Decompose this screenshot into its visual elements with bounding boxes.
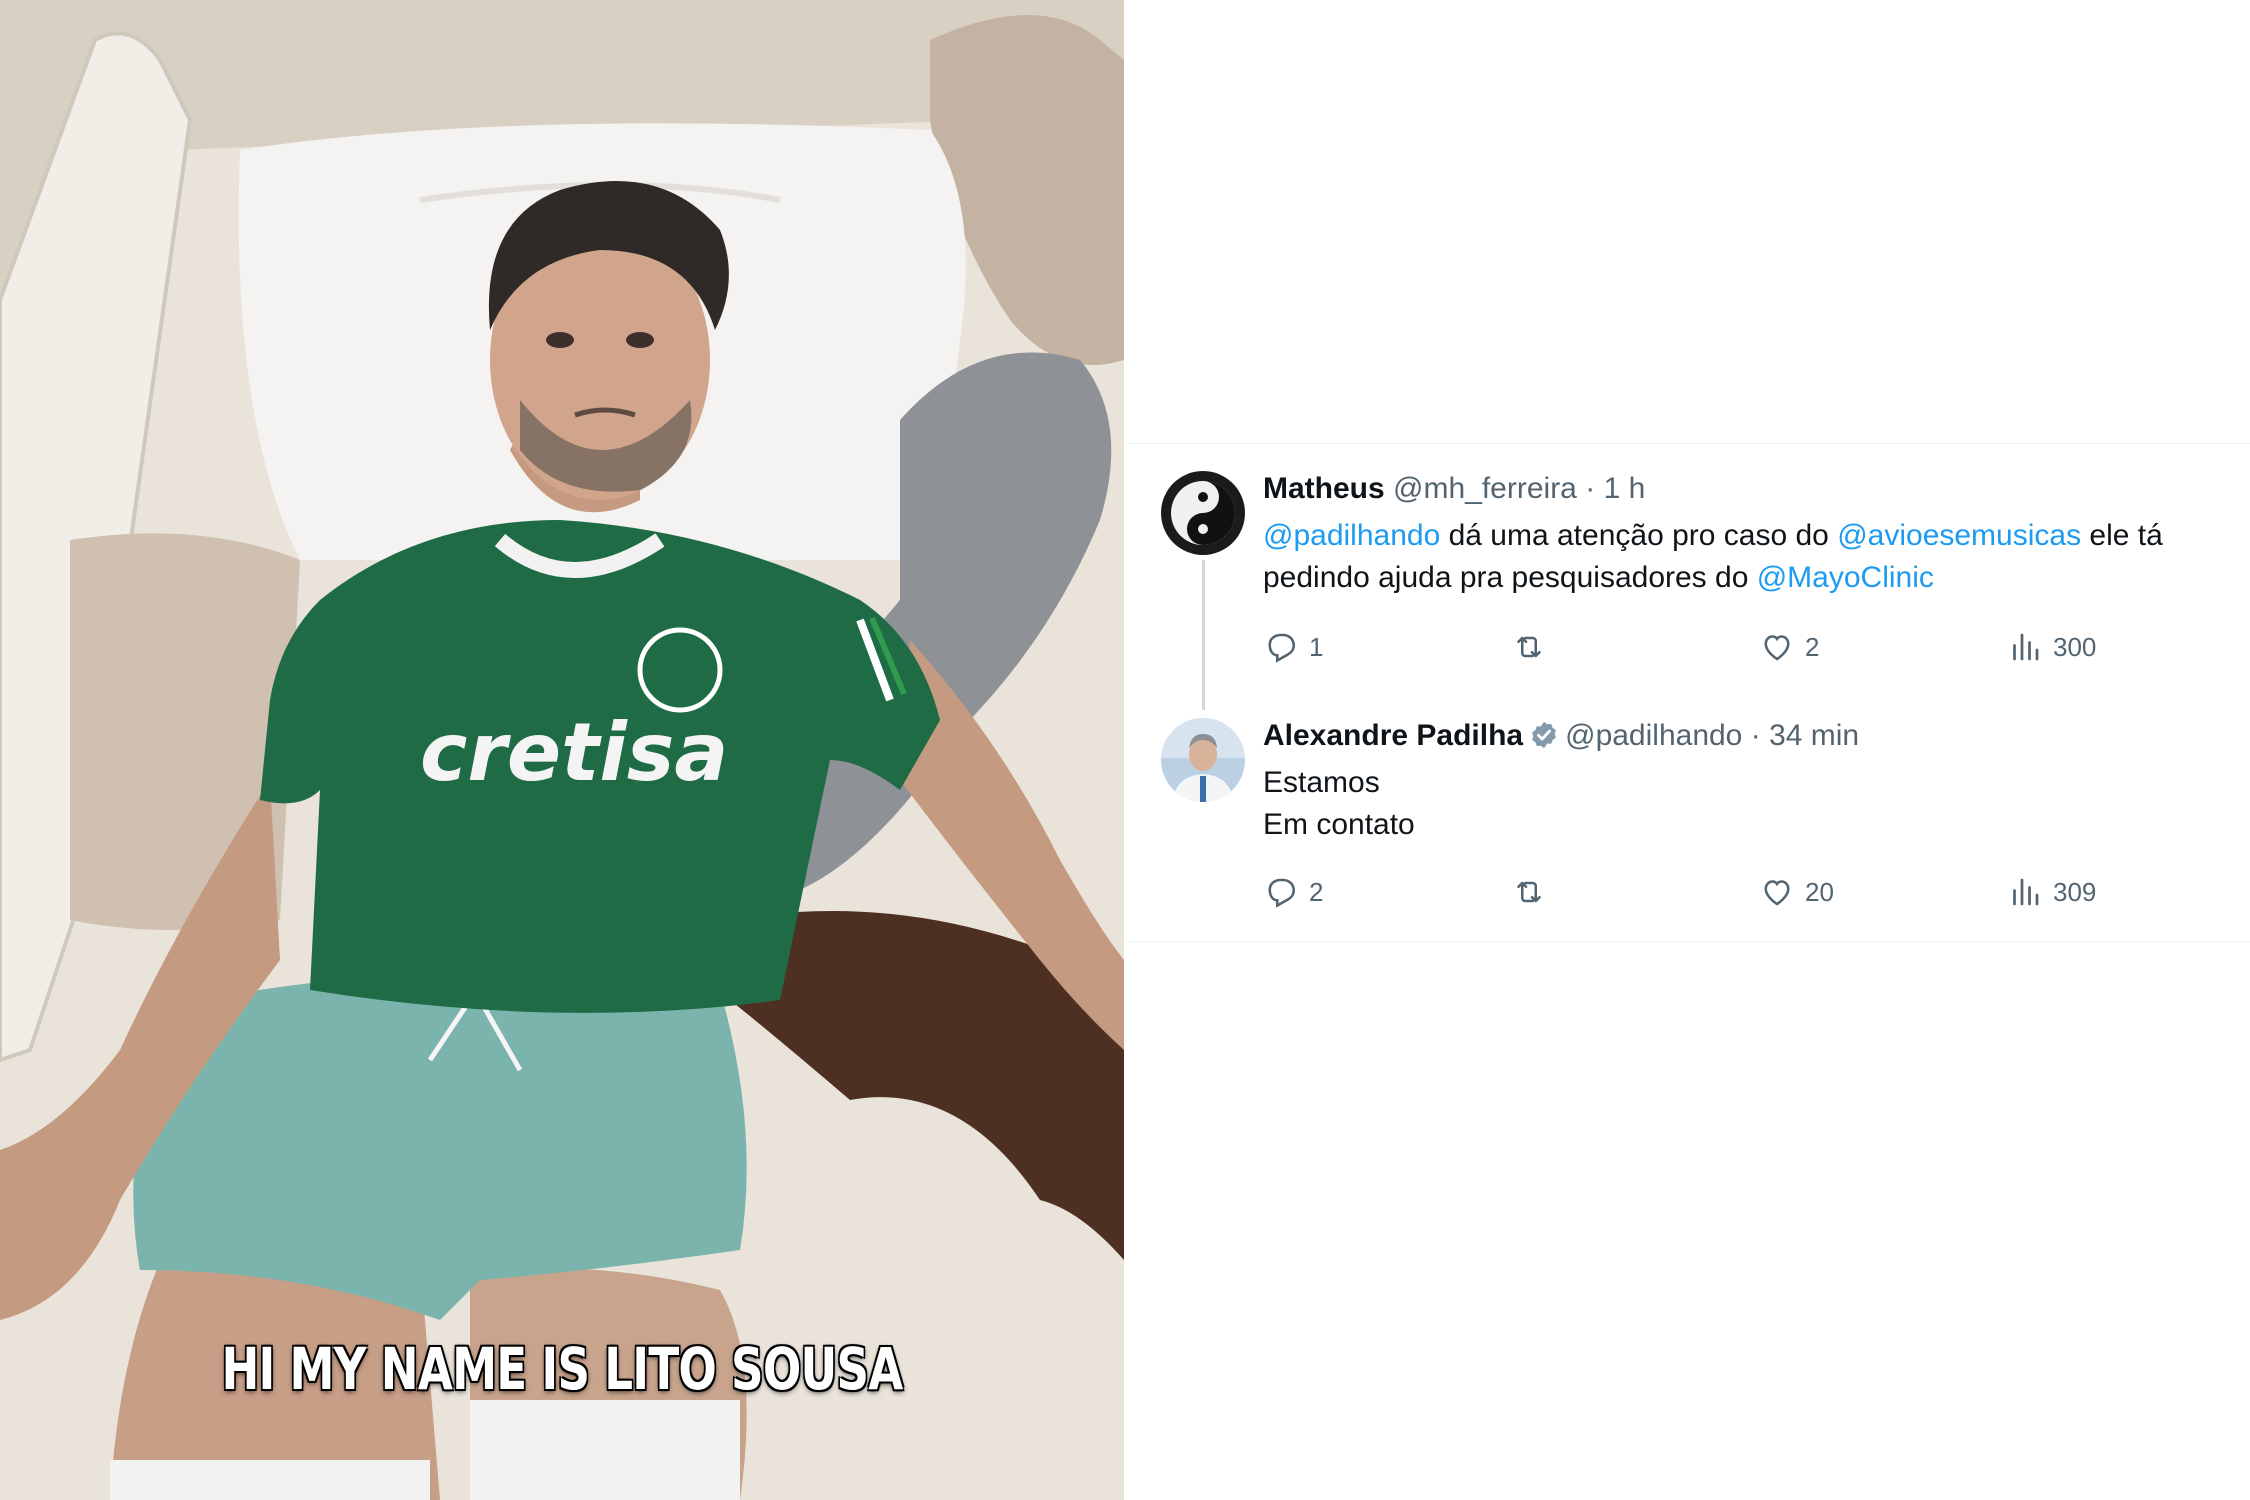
jersey-sponsor-text: cretisa [420,706,728,799]
mention-link[interactable]: @avioesemusicas [1837,519,2081,552]
tweet-header: Alexandre Padilha @padilhando · 34 min [1263,718,1859,754]
tweet-time[interactable]: 34 min [1769,719,1859,752]
separator-dot: · [1750,719,1761,752]
tweet-actions: 1 2 300 [1263,627,2123,667]
hospital-scene-illustration: cretisa [0,0,1124,1500]
reply-count: 2 [1309,876,1324,907]
like-count: 20 [1805,876,1834,907]
tweet-time[interactable]: 1 h [1604,472,1646,505]
tweet-text-line: Em contato [1263,808,1415,841]
retweet-icon [1517,636,1541,658]
like-count: 2 [1805,631,1820,662]
person-avatar-icon [1161,718,1245,802]
views-button[interactable]: 309 [2007,872,2096,912]
retweet-button[interactable] [1511,872,1557,912]
views-count: 309 [2053,876,2097,907]
video-still[interactable]: cretisa HI MY NAME IS LITO SOUSA [0,0,1124,1500]
user-handle[interactable]: @padilhando [1565,719,1742,752]
reply-icon [1268,878,1296,908]
user-handle[interactable]: @mh_ferreira [1393,472,1577,505]
views-icon [2013,878,2039,906]
tweet-text-line: Estamos [1263,766,1380,799]
reply-button[interactable]: 1 [1263,627,1323,667]
like-button[interactable]: 2 [1759,627,1819,667]
views-icon [2013,633,2039,661]
divider [1125,443,2250,444]
like-icon [1764,635,1790,661]
tweet-actions: 2 20 309 [1263,872,2123,912]
display-name[interactable]: Alexandre Padilha [1263,719,1523,752]
yin-yang-avatar-icon [1161,471,1245,555]
avatar-padilha[interactable] [1161,718,1245,802]
tweet-thread: Matheus @mh_ferreira · 1 h @padilhando d… [1125,0,2250,1500]
retweet-button[interactable] [1511,627,1557,667]
like-button[interactable]: 20 [1759,872,1834,912]
separator-dot: · [1585,472,1596,505]
views-button[interactable]: 300 [2007,627,2096,667]
tweet-text: Estamos Em contato [1263,762,2223,846]
retweet-icon [1517,881,1541,903]
reply-button[interactable]: 2 [1263,872,1323,912]
tweet-header: Matheus @mh_ferreira · 1 h [1263,471,1645,507]
tweet-text: @padilhando dá uma atenção pro caso do @… [1263,515,2223,599]
reply-icon [1268,633,1296,663]
reply-count: 1 [1309,631,1324,662]
divider [1125,941,2250,942]
views-count: 300 [2053,631,2097,662]
tweet-text-segment: dá uma atenção pro caso do [1440,519,1838,552]
like-icon [1764,880,1790,906]
thread-connector-line [1202,560,1205,710]
mention-link[interactable]: @padilhando [1263,519,1440,552]
display-name[interactable]: Matheus [1263,472,1385,505]
avatar-matheus[interactable] [1161,471,1245,555]
mention-link[interactable]: @MayoClinic [1757,561,1934,594]
verified-badge-icon [1532,721,1556,749]
video-caption: HI MY NAME IS LITO SOUSA [221,1335,903,1403]
